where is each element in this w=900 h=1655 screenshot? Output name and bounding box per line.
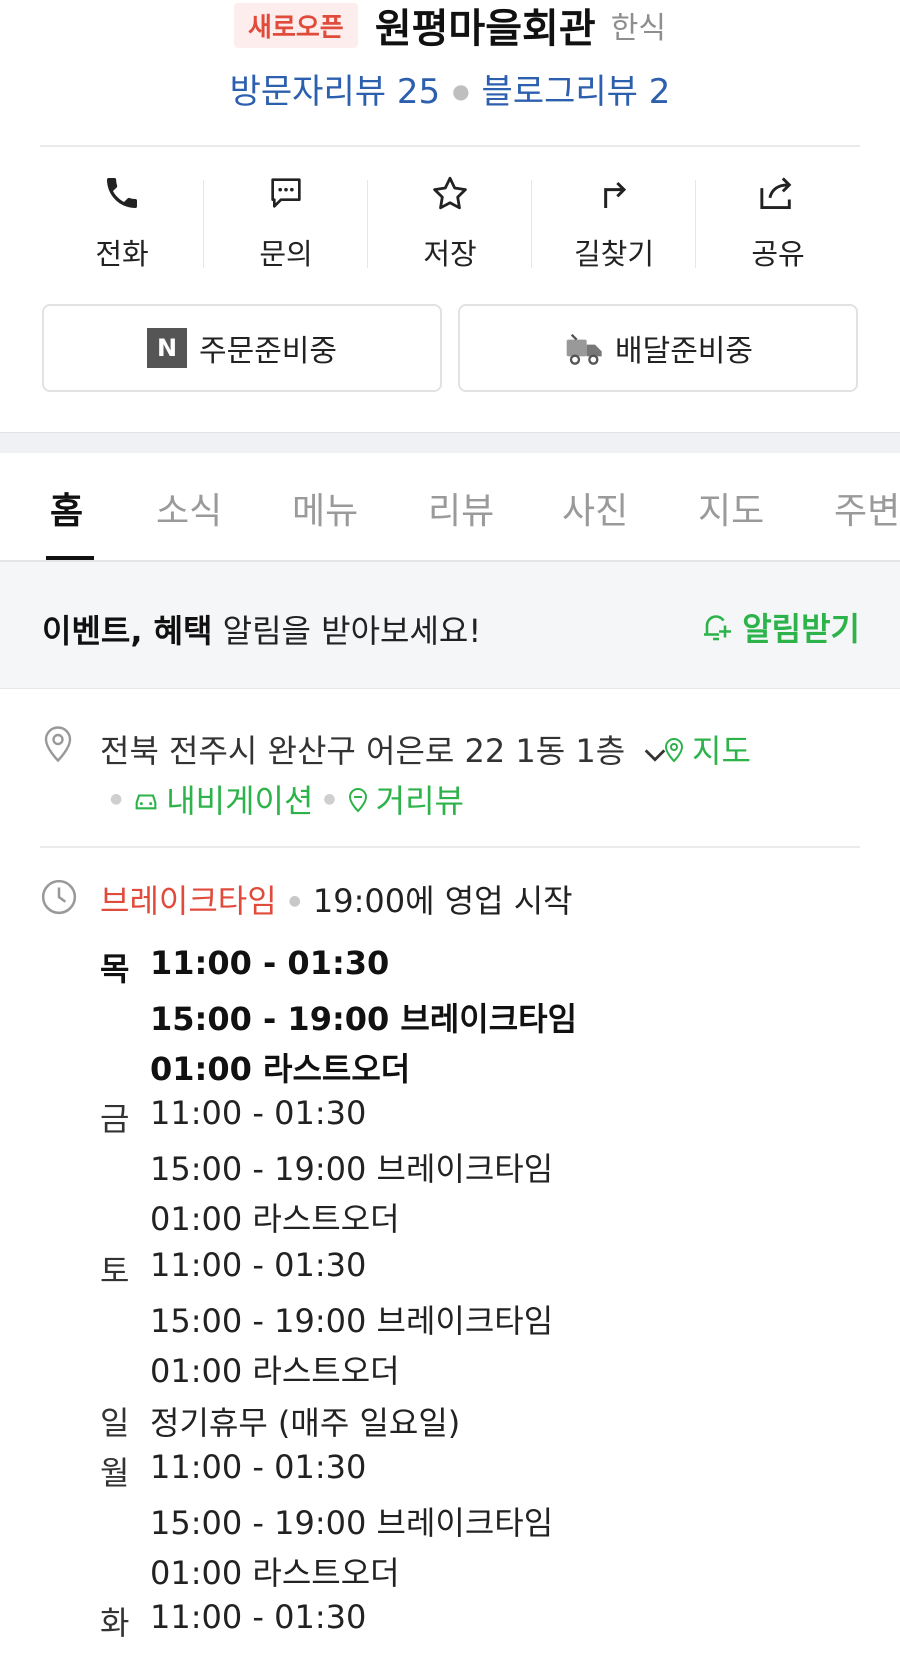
share-icon [696, 173, 860, 229]
hours-line: 15:00 - 19:00 브레이크타임 [150, 1150, 554, 1188]
share-label: 공유 [751, 237, 805, 271]
separator-dot: ● [288, 893, 301, 909]
hours-line: 11:00 - 01:30 [150, 1094, 367, 1132]
place-header: 새로오픈 원평마을회관 한식 방문자리뷰 25 ● 블로그리뷰 2 [0, 0, 900, 145]
delivery-label: 배달준비중 [615, 334, 753, 369]
delivery-truck-icon [563, 328, 607, 368]
section-separator [0, 432, 900, 453]
hours-line: 15:00 - 19:00 브레이크타임 [150, 1000, 578, 1038]
day-label: 목 [100, 950, 130, 988]
divider [40, 846, 860, 848]
business-status-detail: 19:00에 영업 시작 [312, 882, 573, 920]
blog-review-link[interactable]: 블로그리뷰 2 [482, 72, 671, 112]
call-label: 전화 [95, 237, 149, 271]
address-text[interactable]: 전북 전주시 완산구 어은로 22 1동 1층 [100, 726, 669, 772]
clock-icon [40, 878, 78, 920]
hours-line: 11:00 - 01:30 [150, 944, 390, 982]
order-label: 주문준비중 [199, 334, 337, 369]
hours-line: 11:00 - 01:30 [150, 1448, 367, 1486]
navigation-link[interactable]: 내비게이션 [132, 776, 313, 822]
naver-n-icon: N [147, 328, 187, 368]
separator-dot: ● [110, 791, 123, 807]
inquiry-label: 문의 [259, 237, 313, 271]
subscribe-alarm-label: 알림받기 [742, 610, 860, 648]
street-view-pin-icon [346, 784, 370, 814]
hours-line: 11:00 - 01:30 [150, 1598, 367, 1636]
subscribe-alarm-button[interactable]: 알림받기 [698, 604, 860, 650]
business-status-label: 브레이크타임 [100, 882, 277, 920]
tab-menu[interactable]: 메뉴 [292, 482, 358, 534]
tab-news[interactable]: 소식 [156, 482, 222, 534]
bell-plus-icon [698, 609, 734, 645]
new-open-badge: 새로오픈 [234, 2, 358, 48]
day-label: 일 [100, 1404, 130, 1442]
hours-line: 01:00 라스트오더 [150, 1200, 400, 1238]
tab-bar: 홈 소식 메뉴 리뷰 사진 지도 주변 [0, 452, 900, 562]
hours-line: 15:00 - 19:00 브레이크타임 [150, 1504, 554, 1542]
hours-line: 11:00 - 01:30 [150, 1246, 367, 1284]
visitor-review-link[interactable]: 방문자리뷰 25 [230, 72, 440, 112]
notification-text: 이벤트, 혜택 알림을 받아보세요! [42, 606, 481, 652]
tab-photo[interactable]: 사진 [562, 482, 628, 534]
separator-dot: ● [323, 791, 336, 807]
save-label: 저장 [423, 237, 477, 271]
map-link[interactable]: 지도 [662, 726, 751, 772]
tab-home[interactable]: 홈 [50, 482, 83, 534]
phone-icon [40, 173, 204, 229]
directions-button[interactable]: 길찾기 [532, 155, 696, 280]
save-button[interactable]: 저장 [368, 155, 532, 280]
day-label: 금 [100, 1100, 130, 1138]
chat-icon [204, 173, 368, 229]
tab-review[interactable]: 리뷰 [428, 482, 494, 534]
hours-line: 01:00 라스트오더 [150, 1352, 400, 1390]
separator-dot: ● [452, 79, 470, 103]
car-icon [132, 786, 160, 812]
notification-banner: 이벤트, 혜택 알림을 받아보세요! 알림받기 [0, 562, 900, 689]
street-view-link[interactable]: 거리뷰 [346, 776, 464, 822]
inquiry-button[interactable]: 문의 [204, 155, 368, 280]
star-icon [368, 173, 532, 229]
active-tab-indicator [46, 556, 94, 560]
store-name: 원평마을회관 [374, 6, 596, 52]
directions-icon [532, 173, 696, 229]
order-button[interactable]: N 주문준비중 [42, 304, 442, 392]
navigation-label: 내비게이션 [166, 782, 314, 820]
street-view-label: 거리뷰 [375, 782, 464, 820]
store-category: 한식 [610, 11, 666, 46]
title-row: 새로오픈 원평마을회관 한식 [0, 0, 900, 56]
delivery-button[interactable]: 배달준비중 [458, 304, 858, 392]
tab-nearby[interactable]: 주변 [834, 482, 900, 534]
hours-line: 15:00 - 19:00 브레이크타임 [150, 1302, 554, 1340]
hours-line: 01:00 라스트오더 [150, 1554, 400, 1592]
day-label: 화 [100, 1604, 130, 1642]
hours-line: 정기휴무 (매주 일요일) [150, 1404, 461, 1442]
call-button[interactable]: 전화 [40, 155, 204, 280]
review-summary: 방문자리뷰 25 ● 블로그리뷰 2 [0, 64, 900, 113]
business-status[interactable]: 브레이크타임 ● 19:00에 영업 시작 [100, 876, 573, 922]
address-value: 전북 전주시 완산구 어은로 22 1동 1층 [100, 732, 626, 770]
share-button[interactable]: 공유 [696, 155, 860, 280]
notification-bold-text: 이벤트, 혜택 [42, 612, 213, 650]
map-label: 지도 [692, 732, 751, 770]
location-pin-icon [40, 724, 76, 768]
hours-line: 01:00 라스트오더 [150, 1050, 411, 1088]
day-label: 월 [100, 1454, 130, 1492]
notification-message: 알림을 받아보세요! [212, 612, 482, 650]
tab-map[interactable]: 지도 [698, 482, 764, 534]
action-bar: 전화 문의 저장 길찾기 공유 [40, 155, 860, 280]
directions-label: 길찾기 [573, 237, 655, 271]
address-links: ● 내비게이션 ● 거리뷰 [100, 776, 464, 822]
day-label: 토 [100, 1252, 130, 1290]
map-pin-icon [662, 734, 686, 764]
divider [40, 145, 860, 147]
